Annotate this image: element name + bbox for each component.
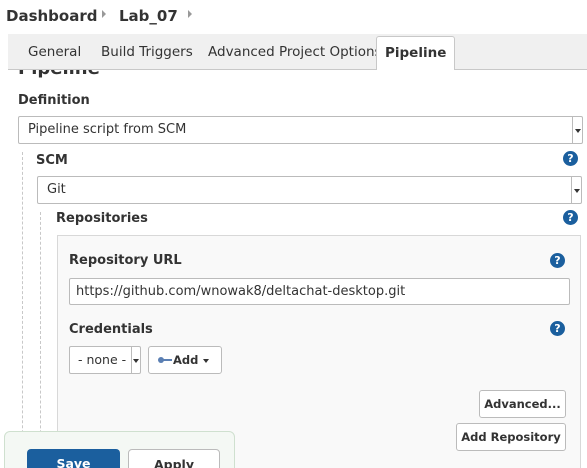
tab-build-triggers[interactable]: Build Triggers	[101, 34, 193, 70]
tab-general[interactable]: General	[28, 34, 81, 70]
repository-url-input[interactable]: https://github.com/wnowak8/deltachat-des…	[69, 278, 570, 305]
definition-value: Pipeline script from SCM	[28, 122, 187, 137]
scm-value: Git	[47, 182, 66, 197]
repositories-help-icon[interactable]: ?	[563, 210, 578, 225]
definition-label: Definition	[18, 93, 90, 108]
scm-label: SCM	[36, 153, 68, 168]
tab-pipeline[interactable]: Pipeline	[376, 36, 456, 71]
breadcrumb: Dashboard Lab_07	[0, 0, 587, 34]
config-tab-bar: General Build Triggers Advanced Project …	[8, 34, 587, 71]
repositories-label: Repositories	[56, 211, 148, 226]
chevron-down-icon	[572, 117, 582, 143]
breadcrumb-lab-07[interactable]: Lab_07	[119, 7, 178, 25]
add-credentials-button[interactable]: Add	[148, 346, 222, 374]
add-repository-button[interactable]: Add Repository	[456, 423, 566, 451]
chevron-down-icon	[571, 177, 581, 203]
breadcrumb-dashboard[interactable]: Dashboard	[6, 7, 97, 25]
credentials-label: Credentials	[69, 322, 153, 337]
repository-url-help-icon[interactable]: ?	[550, 253, 565, 268]
chevron-down-icon	[131, 347, 140, 373]
add-credentials-label: Add	[173, 353, 199, 367]
section-heading: Pipeline	[18, 70, 100, 79]
tab-advanced-project-options[interactable]: Advanced Project Options	[208, 34, 382, 70]
advanced-button[interactable]: Advanced...	[479, 390, 566, 418]
credentials-value: - none -	[78, 352, 127, 367]
nesting-guide	[22, 152, 23, 468]
repository-url-label: Repository URL	[69, 253, 182, 268]
apply-button[interactable]: Apply	[128, 449, 220, 468]
definition-select[interactable]: Pipeline script from SCM	[18, 116, 583, 144]
scm-help-icon[interactable]: ?	[563, 151, 578, 166]
save-button[interactable]: Save	[27, 449, 120, 468]
key-icon	[158, 356, 172, 365]
scm-select[interactable]: Git	[37, 176, 582, 204]
nesting-guide	[40, 212, 41, 468]
breadcrumb-separator-icon[interactable]	[102, 10, 106, 18]
credentials-help-icon[interactable]: ?	[550, 321, 565, 336]
chevron-down-icon	[203, 358, 210, 363]
breadcrumb-separator-icon[interactable]	[188, 10, 192, 18]
credentials-select[interactable]: - none -	[69, 346, 141, 374]
pipeline-config-panel: Pipeline Definition Pipeline script from…	[8, 70, 587, 468]
